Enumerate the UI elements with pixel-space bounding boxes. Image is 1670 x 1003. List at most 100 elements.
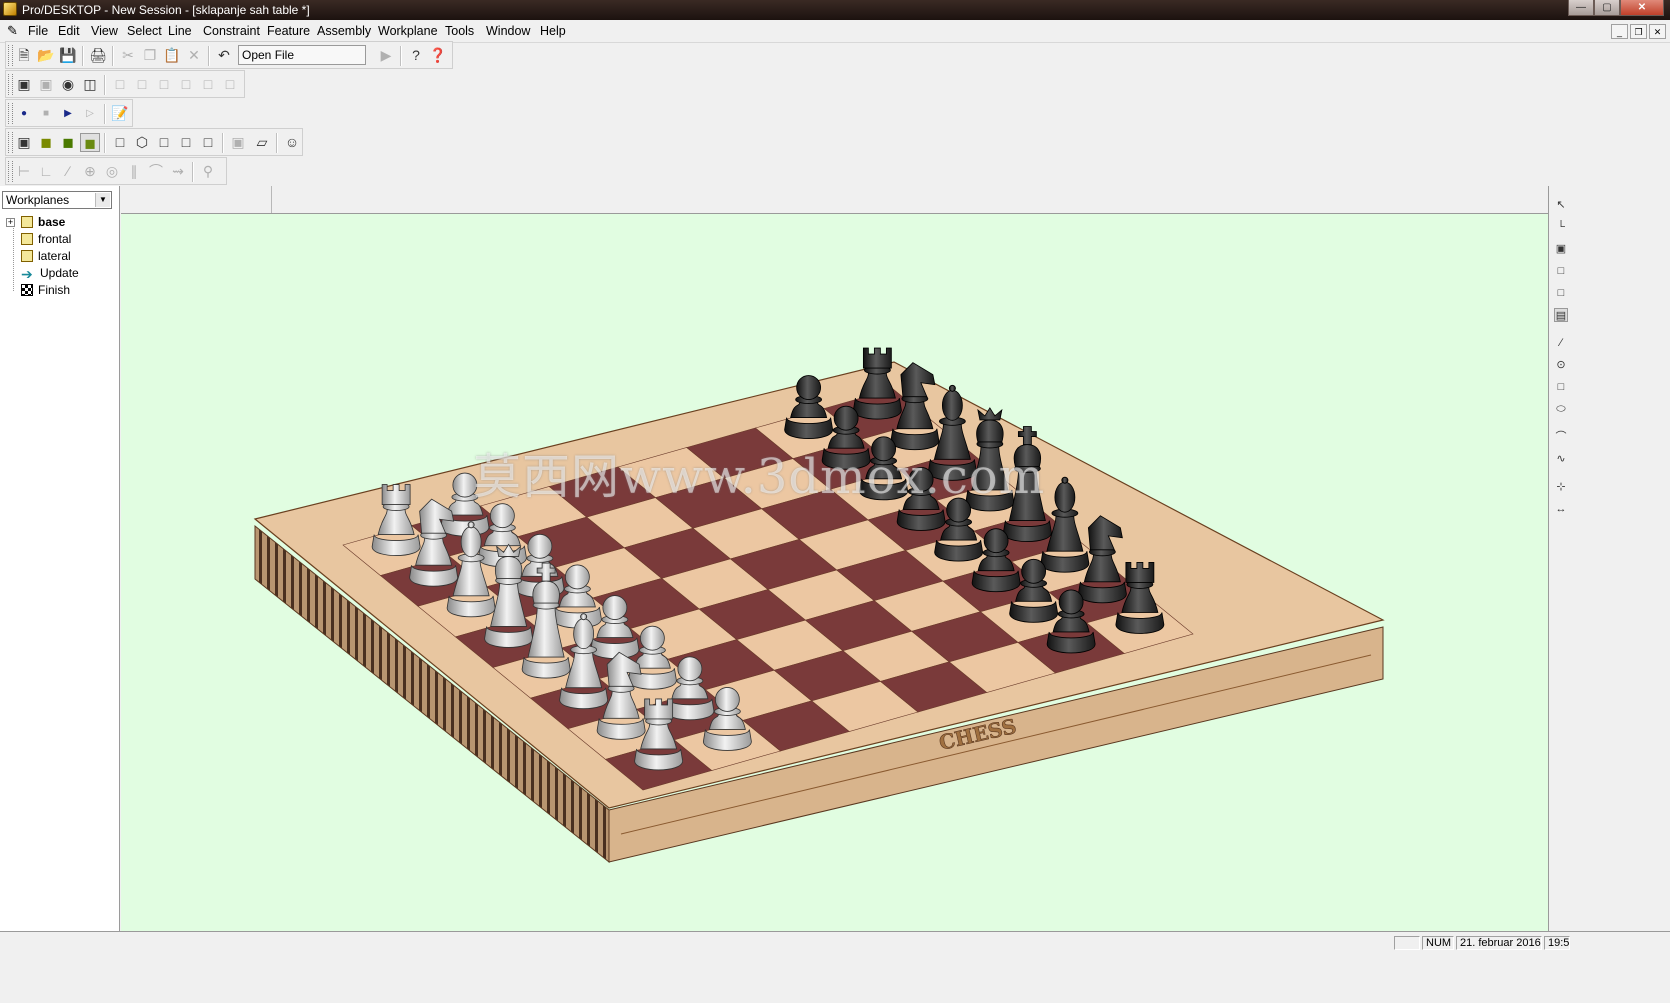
open-folder-icon[interactable]: 📂 <box>36 46 56 65</box>
standard-toolbar: 🗎 📂 💾 🖨 ✂ ❐ 📋 ✕ ↶ ▶ ? ❓ <box>5 41 453 69</box>
tree-item-base[interactable]: base <box>21 214 65 231</box>
select-feature-icon[interactable]: □ <box>1554 264 1568 278</box>
trim-icon[interactable]: ⊹ <box>1554 480 1568 494</box>
draw-circle-icon[interactable]: ⊙ <box>1554 358 1568 372</box>
back-view-icon[interactable]: □ <box>198 133 218 152</box>
fix-icon[interactable]: ⇝ <box>168 162 188 181</box>
menu-edit[interactable]: Edit <box>58 24 80 38</box>
dimension-tool-icon[interactable]: ↔ <box>1554 502 1568 516</box>
paste-icon[interactable]: 📋 <box>162 46 182 65</box>
constraint-toolbar: ⊢ ∟ ∕ ⊕ ◎ ∥ ⌒ ⇝ ⚲ <box>5 157 227 185</box>
smooth-shaded-icon[interactable]: ◼ <box>80 133 100 152</box>
menu-help[interactable]: Help <box>540 24 566 38</box>
print-icon[interactable]: 🖨 <box>88 46 108 65</box>
mdi-close-button[interactable]: ✕ <box>1649 24 1666 39</box>
line-icon[interactable]: ∕ <box>58 162 78 181</box>
undo-icon[interactable]: ↶ <box>214 46 234 65</box>
dimension-icon[interactable]: ⊢ <box>14 162 34 181</box>
draft-icon[interactable]: □ <box>220 75 240 94</box>
stop-icon[interactable]: ■ <box>36 104 56 123</box>
mdi-restore-button[interactable]: ❐ <box>1630 24 1647 39</box>
loft-icon[interactable]: ◫ <box>80 75 100 94</box>
chess-board-render: CHESS <box>253 347 1385 864</box>
select-part-icon[interactable]: □ <box>1554 286 1568 300</box>
menu-view[interactable]: View <box>91 24 118 38</box>
tree-item-finish[interactable]: Finish <box>21 282 70 299</box>
menu-select[interactable]: Select <box>127 24 162 38</box>
side-view-icon[interactable]: □ <box>176 133 196 152</box>
save-icon[interactable]: 💾 <box>58 46 78 65</box>
select-edge-icon[interactable]: ▣ <box>1554 242 1568 256</box>
open-file-field[interactable]: Open File <box>238 45 366 65</box>
shaded-edges-icon[interactable]: ◼ <box>58 133 78 152</box>
mirror-icon[interactable]: □ <box>198 75 218 94</box>
view-tab-strip <box>121 186 1548 214</box>
find-icon[interactable]: ⚲ <box>198 162 218 181</box>
menu-feature[interactable]: Feature <box>267 24 310 38</box>
status-date: 21. februar 2016 <box>1456 936 1542 950</box>
menu-file[interactable]: File <box>28 24 48 38</box>
select-tool-icon[interactable]: ↖ <box>1554 198 1568 212</box>
top-view-icon[interactable]: □ <box>154 133 174 152</box>
copy-icon[interactable]: ❐ <box>140 46 160 65</box>
right-toolstrip: ↖ └ ▣ □ □ ▤ ∕ ⊙ □ ⬭ ⌒ ∿ ⊹ ↔ <box>1548 186 1571 931</box>
menu-line[interactable]: Line <box>168 24 192 38</box>
draw-rectangle-icon[interactable]: □ <box>1554 380 1568 394</box>
wireframe-icon[interactable]: ▣ <box>14 133 34 152</box>
round-icon[interactable]: □ <box>154 75 174 94</box>
sweep-icon[interactable]: ◉ <box>58 75 78 94</box>
new-file-icon[interactable]: 🗎 <box>14 46 34 65</box>
section-icon[interactable]: ▣ <box>228 133 248 152</box>
playback-toolbar: ● ■ ▶ ▷ 📝 <box>5 99 133 127</box>
draw-spline-icon[interactable]: ∿ <box>1554 452 1568 466</box>
tree-item-update[interactable]: ➔ Update <box>21 265 79 282</box>
macro-icon[interactable]: 📝 <box>110 104 130 123</box>
browser-view-dropdown[interactable]: Workplanes ▼ <box>2 191 112 209</box>
menu-workplane[interactable]: Workplane <box>378 24 438 38</box>
help-icon[interactable]: ? <box>406 46 426 65</box>
draw-arc-icon[interactable]: ⌒ <box>1554 430 1568 444</box>
mdi-minimize-button[interactable]: _ <box>1611 24 1628 39</box>
select-workplane-icon[interactable]: ▤ <box>1554 308 1568 322</box>
menu-window[interactable]: Window <box>486 24 530 38</box>
front-view-icon[interactable]: □ <box>110 133 130 152</box>
record-icon[interactable]: ● <box>14 104 34 123</box>
menu-tools[interactable]: Tools <box>445 24 474 38</box>
minimize-button[interactable]: — <box>1568 0 1594 16</box>
plane-view-icon[interactable]: ▱ <box>252 133 272 152</box>
context-help-icon[interactable]: ❓ <box>428 46 448 65</box>
menu-constraint[interactable]: Constraint <box>203 24 260 38</box>
delete-icon[interactable]: ✕ <box>184 46 204 65</box>
revolve-icon[interactable]: ▣ <box>36 75 56 94</box>
step-icon[interactable]: ▷ <box>80 104 100 123</box>
chevron-down-icon[interactable]: ▼ <box>95 193 110 207</box>
tangent-icon[interactable]: ⊕ <box>80 162 100 181</box>
3d-viewport[interactable]: CHESS 莫西网www.3dmox.com <box>121 214 1548 931</box>
extrude-icon[interactable]: ▣ <box>14 75 34 94</box>
iso-view-icon[interactable]: ⬡ <box>132 133 152 152</box>
tree-item-frontal[interactable]: frontal <box>21 231 71 248</box>
browser-dropdown-value: Workplanes <box>6 193 70 207</box>
draw-line-icon[interactable]: ∕ <box>1554 336 1568 350</box>
feature-toolbar: ▣ ▣ ◉ ◫ □ □ □ □ □ □ <box>5 70 245 98</box>
draw-ellipse-icon[interactable]: ⬭ <box>1554 402 1568 416</box>
smiley-icon[interactable]: ☺ <box>282 133 302 152</box>
select-face-icon[interactable]: └ <box>1554 220 1568 234</box>
menu-assembly[interactable]: Assembly <box>317 24 371 38</box>
concentric-icon[interactable]: ◎ <box>102 162 122 181</box>
cut-icon[interactable]: ✂ <box>118 46 138 65</box>
mouse-icon[interactable]: ▶ <box>376 46 396 65</box>
parallel-icon[interactable]: ∥ <box>124 162 144 181</box>
angle-icon[interactable]: ∟ <box>36 162 56 181</box>
document-icon[interactable]: ✎ <box>7 24 21 38</box>
maximize-button[interactable]: ▢ <box>1594 0 1620 16</box>
arc-icon[interactable]: ⌒ <box>146 162 166 181</box>
status-blank <box>1394 936 1420 950</box>
play-icon[interactable]: ▶ <box>58 104 78 123</box>
pattern-icon[interactable]: □ <box>176 75 196 94</box>
tree-item-lateral[interactable]: lateral <box>21 248 71 265</box>
chamfer-icon[interactable]: □ <box>132 75 152 94</box>
close-button[interactable]: ✕ <box>1620 0 1664 16</box>
shell-icon[interactable]: □ <box>110 75 130 94</box>
shaded-icon[interactable]: ◼ <box>36 133 56 152</box>
